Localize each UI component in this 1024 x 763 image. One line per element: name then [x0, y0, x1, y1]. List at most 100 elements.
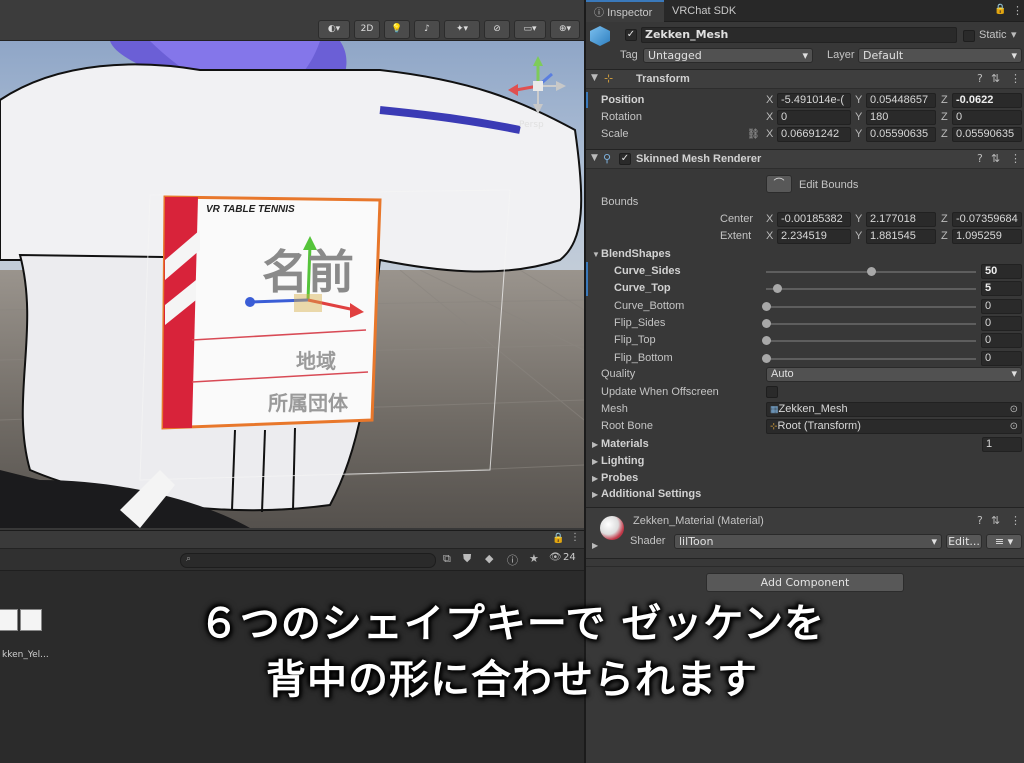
static-checkbox[interactable]	[963, 30, 975, 42]
tag-icon[interactable]: ◆	[485, 552, 493, 565]
static-dropdown-icon[interactable]: ▾	[1011, 28, 1017, 41]
additional-settings-foldout[interactable]: ▶ Additional Settings	[586, 486, 1024, 503]
axis-x-label: X	[766, 128, 774, 140]
center-x-field[interactable]: -0.00185382	[777, 212, 851, 227]
position-z-field[interactable]: -0.0622	[952, 93, 1022, 108]
favorite-star-icon[interactable]: ★	[529, 552, 539, 565]
blendshape-slider-track[interactable]	[766, 340, 976, 343]
presets-icon[interactable]: ⇅	[991, 72, 1000, 85]
transform-header[interactable]: ▼ ⊹ Transform ? ⇅ ⋮	[586, 69, 1024, 89]
object-picker-icon[interactable]: ⊙	[1010, 420, 1018, 433]
help-icon[interactable]: ?	[977, 514, 983, 527]
quality-dropdown[interactable]: Auto ▾	[766, 367, 1022, 382]
object-active-checkbox[interactable]: ✓	[625, 29, 637, 41]
orientation-gizmo[interactable]	[508, 56, 568, 116]
component-menu-icon[interactable]: ⋮	[1010, 72, 1021, 85]
blendshape-slider-knob[interactable]	[772, 284, 782, 294]
position-y-field[interactable]: 0.05448657	[866, 93, 936, 108]
extent-z-field[interactable]: 1.095259	[952, 229, 1022, 244]
blendshape-value-field[interactable]: 0	[981, 350, 1022, 366]
layer-dropdown[interactable]: Default ▾	[858, 48, 1022, 63]
blendshape-value-field[interactable]: 50	[981, 264, 1022, 279]
hidden-objects-icon[interactable]: ⊘	[484, 20, 510, 39]
mesh-object-field[interactable]: ▦Zekken_Mesh ⊙	[766, 402, 1022, 417]
scale-x-field[interactable]: 0.06691242	[777, 127, 851, 142]
axis-x-label: X	[766, 111, 774, 123]
materials-foldout[interactable]: ▶ Materials 1	[586, 436, 1024, 453]
lighting-foldout[interactable]: ▶ Lighting	[586, 453, 1024, 470]
gizmos-dropdown-icon[interactable]: ⊕▾	[550, 20, 580, 39]
blendshape-value-field[interactable]: 0	[981, 333, 1022, 349]
update-offscreen-checkbox[interactable]	[766, 386, 778, 398]
shader-options-button[interactable]: ≡ ▾	[986, 534, 1022, 549]
lock-icon[interactable]: 🔒	[994, 4, 1006, 15]
scene-view[interactable]: VR TABLE TENNIS 名前 地域 所属団体 Persp ◐▾ 2D 💡…	[0, 0, 584, 528]
inspector-divider	[586, 566, 1024, 567]
blendshape-slider-track[interactable]	[766, 357, 976, 360]
shader-dropdown[interactable]: lilToon ▾	[674, 534, 942, 549]
object-name-field[interactable]: Zekken_Mesh	[641, 27, 957, 43]
blendshape-slider-knob[interactable]	[762, 336, 771, 346]
lighting-toggle-icon[interactable]: 💡	[384, 20, 410, 39]
component-menu-icon[interactable]: ⋮	[1010, 152, 1021, 165]
camera-dropdown-icon[interactable]: ▭▾	[514, 20, 546, 39]
help-icon[interactable]: ?	[977, 72, 983, 85]
center-z-field[interactable]: -0.07359684	[952, 212, 1022, 227]
blendshape-value-field[interactable]: 0	[981, 315, 1022, 331]
tag-dropdown[interactable]: Untagged ▾	[643, 48, 813, 63]
presets-icon[interactable]: ⇅	[991, 152, 1000, 165]
blendshape-slider-track[interactable]	[766, 322, 976, 325]
blendshapes-foldout[interactable]: ▼ BlendShapes	[586, 246, 1024, 263]
position-x-field[interactable]: -5.491014e-(	[777, 93, 851, 108]
materials-count-field[interactable]: 1	[982, 437, 1022, 452]
effects-dropdown-icon[interactable]: ✦▾	[444, 20, 480, 39]
probes-foldout[interactable]: ▶ Probes	[586, 470, 1024, 487]
extent-y-field[interactable]: 1.881545	[866, 229, 936, 244]
menu-icon[interactable]: ⋮	[1012, 4, 1023, 17]
audio-toggle-icon[interactable]: ♪	[414, 20, 440, 39]
axis-y-label: Y	[855, 94, 863, 106]
menu-icon[interactable]: ⋮	[570, 532, 580, 543]
filter-by-type-icon[interactable]: ⧉	[443, 552, 451, 566]
hidden-packages-icon[interactable]: 👁	[549, 552, 562, 563]
scale-y-field[interactable]: 0.05590635	[866, 127, 936, 142]
draw-mode-dropdown[interactable]: ◐▾	[318, 20, 350, 39]
foldout-arrow-icon[interactable]: ▶	[592, 541, 598, 550]
constrain-proportions-icon[interactable]: ⛓	[747, 126, 760, 143]
object-picker-icon[interactable]: ⊙	[1010, 403, 1018, 416]
axis-x-label: X	[766, 213, 774, 225]
info-icon[interactable]: ⓘ	[507, 552, 518, 568]
center-y-field[interactable]: 2.177018	[866, 212, 936, 227]
filter-by-label-icon[interactable]: ⛊	[463, 552, 471, 566]
blendshape-slider-knob[interactable]	[762, 318, 771, 328]
rotation-y-field[interactable]: 180	[866, 110, 936, 125]
skinned-mesh-renderer-header[interactable]: ▼ ⚲ ✓ Skinned Mesh Renderer ? ⇅ ⋮	[586, 149, 1024, 169]
extent-x-field[interactable]: 2.234519	[777, 229, 851, 244]
project-search-input[interactable]: ⌕	[180, 553, 436, 568]
help-icon[interactable]: ?	[977, 152, 983, 165]
2d-toggle-button[interactable]: 2D	[354, 20, 380, 39]
blendshape-slider-knob[interactable]	[762, 301, 771, 311]
blendshape-value-field[interactable]: 0	[981, 298, 1022, 314]
tab-inspector[interactable]: ⓘ Inspector	[586, 0, 664, 22]
root-bone-object-field[interactable]: ⊹Root (Transform) ⊙	[766, 419, 1022, 434]
tab-vrchat-sdk[interactable]: VRChat SDK	[672, 0, 752, 22]
blendshape-slider-knob[interactable]	[762, 353, 771, 363]
zekken-region-text: 地域	[296, 349, 336, 373]
blendshape-slider-track[interactable]	[766, 305, 976, 308]
component-menu-icon[interactable]: ⋮	[1010, 514, 1021, 527]
lock-icon[interactable]: 🔒	[552, 533, 564, 544]
renderer-enabled-checkbox[interactable]: ✓	[619, 153, 631, 165]
add-component-button[interactable]: Add Component	[706, 573, 904, 592]
scale-z-field[interactable]: 0.05590635	[952, 127, 1022, 142]
rotation-z-field[interactable]: 0	[952, 110, 1022, 125]
blendshape-slider-track[interactable]	[766, 288, 976, 291]
blendshape-slider-knob[interactable]	[867, 267, 876, 276]
presets-icon[interactable]: ⇅	[991, 514, 1000, 527]
blendshape-value-field[interactable]: 5	[981, 281, 1022, 297]
shader-edit-button[interactable]: Edit...	[946, 534, 982, 549]
persp-label[interactable]: Persp	[519, 120, 544, 130]
edit-bounds-button[interactable]: ⌒	[766, 175, 792, 193]
rotation-x-field[interactable]: 0	[777, 110, 851, 125]
probes-label: Probes	[601, 472, 639, 484]
